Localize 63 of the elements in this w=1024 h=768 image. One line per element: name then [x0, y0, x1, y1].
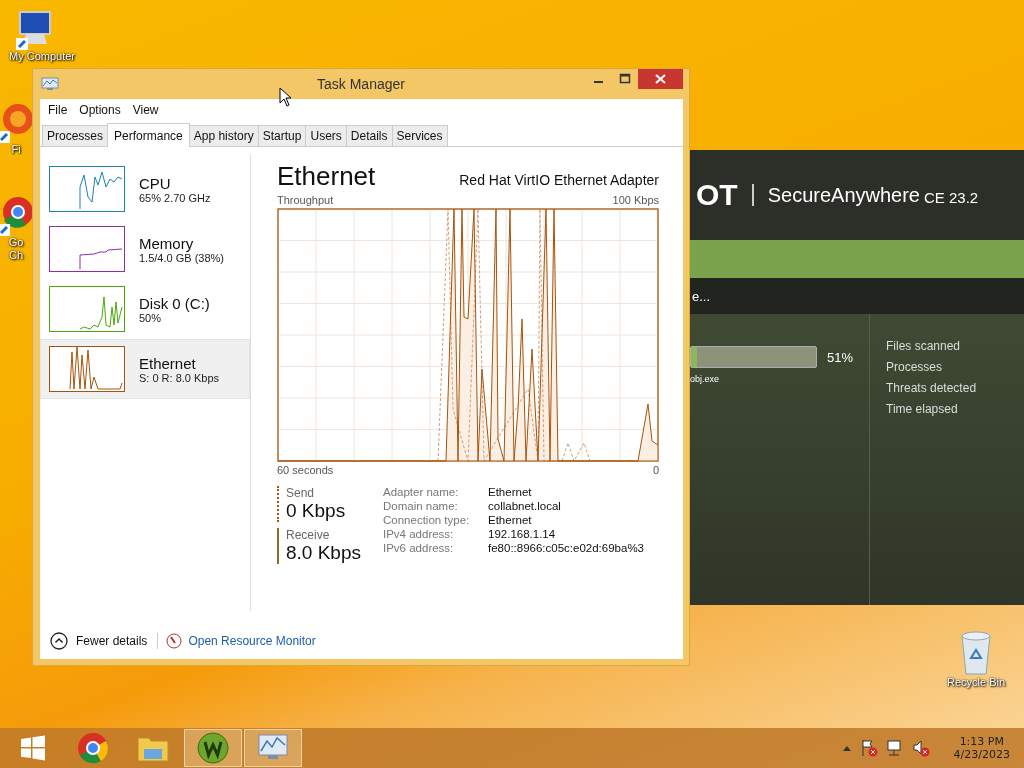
app-version: CE 23.2	[924, 187, 979, 206]
detail-title: Ethernet	[277, 161, 376, 192]
menu-item[interactable]: Options	[75, 101, 125, 119]
graph-window-icon	[41, 77, 59, 91]
send-value: 0 Kbps	[286, 500, 347, 522]
network-icon[interactable]	[885, 739, 904, 757]
window-title: Task Manager	[316, 76, 406, 92]
resource-monitor-icon	[166, 633, 183, 649]
property-label: Adapter name:	[383, 486, 460, 498]
graph-label: Throughput	[277, 194, 334, 206]
separator-line	[751, 184, 754, 206]
menu-item[interactable]: File	[44, 101, 72, 119]
stat-label: Files scanned	[886, 339, 962, 353]
computer-icon[interactable]	[14, 10, 54, 50]
w-logo-icon[interactable]	[197, 732, 229, 764]
app-logo: OT	[696, 178, 738, 212]
sidebar-item[interactable]: CPU 65% 2.70 GHz	[40, 167, 250, 211]
clock[interactable]: 1:13 PM 4/23/2023	[953, 735, 1010, 761]
graph-max-label: 100 Kbps	[612, 194, 659, 206]
receive-label: Receive	[286, 528, 331, 542]
scan-status-text: e...	[692, 288, 711, 304]
receive-value: 8.0 Kbps	[286, 542, 361, 564]
chrome-icon[interactable]	[77, 732, 109, 764]
close-icon[interactable]	[638, 69, 683, 89]
sidebar-item[interactable]: Disk 0 (C:) 50%	[40, 287, 250, 331]
stat-label: Threats detected	[886, 381, 977, 395]
graph-min-label: 0	[652, 464, 659, 476]
recycle-bin-icon[interactable]	[958, 630, 994, 676]
send-label: Send	[286, 486, 316, 500]
speaker-muted-icon[interactable]	[911, 739, 930, 757]
tab[interactable]: Details	[345, 125, 393, 146]
property-label: IPv6 address:	[383, 542, 455, 554]
property-label: Connection type:	[383, 514, 471, 526]
flag-icon[interactable]	[859, 739, 878, 757]
collapse-icon	[50, 632, 68, 650]
adapter-name: Red Hat VirtIO Ethernet Adapter	[459, 172, 659, 188]
sidebar-item[interactable]: Memory 1.5/4.0 GB (38%)	[40, 227, 250, 271]
property-label: Domain name:	[383, 500, 459, 512]
open-resource-monitor-link[interactable]: Open Resource Monitor	[188, 634, 316, 648]
tab[interactable]: App history	[188, 125, 259, 146]
stat-label: Processes	[886, 360, 944, 374]
progress-percent: 51%	[827, 349, 854, 365]
tab[interactable]: Startup	[257, 125, 307, 146]
tab[interactable]: Users	[305, 125, 347, 146]
graph-time-label: 60 seconds	[277, 464, 334, 476]
property-value: 192.168.1.14	[488, 528, 557, 540]
property-value: Ethernet	[488, 486, 533, 498]
caret-up-icon[interactable]	[841, 744, 852, 752]
property-value: fe80::8966:c05c:e02d:69ba%3	[488, 542, 645, 554]
windows-logo-icon[interactable]	[20, 735, 46, 761]
scanned-file-name: obj.exe	[690, 374, 721, 384]
tab[interactable]: Performance	[107, 123, 190, 147]
property-label: IPv4 address:	[383, 528, 455, 540]
sidebar-item[interactable]: Ethernet S: 0 R: 8.0 Kbps	[40, 339, 250, 399]
property-value: Ethernet	[488, 514, 533, 526]
fewer-details-button[interactable]: Fewer details	[48, 630, 150, 652]
tab[interactable]: Services	[391, 125, 448, 146]
stat-label: Time elapsed	[886, 402, 959, 416]
taskbar-button[interactable]	[184, 729, 242, 767]
property-value: collabnet.local	[488, 500, 562, 512]
app-title: SecureAnywhere	[767, 183, 920, 207]
tab[interactable]: Processes	[42, 125, 109, 146]
menu-item[interactable]: View	[128, 101, 163, 119]
